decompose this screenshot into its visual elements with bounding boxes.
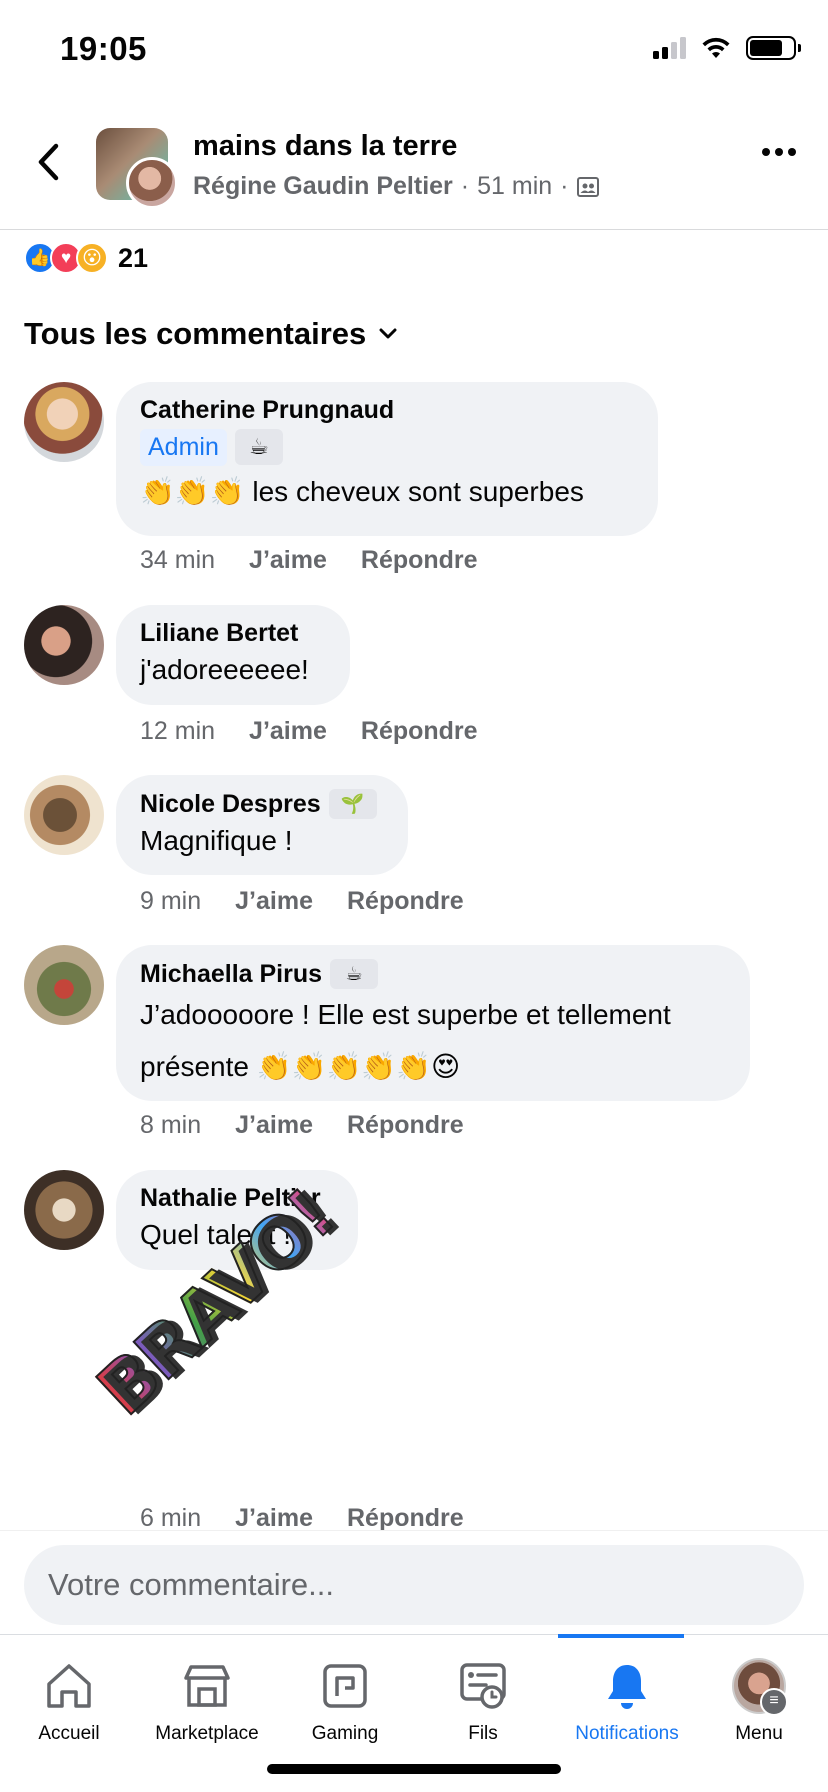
like-button[interactable]: J’aime <box>235 887 313 916</box>
badge-row: Admin ☕ <box>140 429 634 466</box>
comment-body-line-1: J’adooooore ! Elle est superbe et tellem… <box>140 999 671 1030</box>
bell-icon <box>600 1659 654 1713</box>
reaction-summary[interactable]: 👍 ♥ 😮 21 <box>24 242 148 274</box>
comment-text: 👏👏👏 les cheveux sont superbes <box>140 466 634 518</box>
comment-actions: 34 min J’aime Répondre <box>140 546 478 575</box>
sprout-badge-icon[interactable]: 🌱 <box>328 789 377 819</box>
comment-bubble[interactable]: Michaella Pirus ☕ J’adooooore ! Elle est… <box>116 945 750 1101</box>
nav-label: Accueil <box>38 1723 100 1744</box>
wow-reaction-icon: 😮 <box>76 242 108 274</box>
comment-actions: 12 min J’aime Répondre <box>140 717 478 746</box>
commenter-name[interactable]: Nicole Despres <box>140 790 321 819</box>
comment-bubble[interactable]: Catherine Prungnaud Admin ☕ 👏👏👏 les chev… <box>116 382 658 536</box>
comment-filter-dropdown[interactable]: Tous les commentaires <box>24 316 398 352</box>
coffee-badge-icon[interactable]: ☕ <box>234 429 283 465</box>
meta-separator: · <box>560 172 569 200</box>
nav-label: Gaming <box>311 1723 379 1744</box>
nav-marketplace[interactable]: Marketplace <box>138 1635 276 1745</box>
like-button[interactable]: J’aime <box>249 717 327 746</box>
nav-feeds[interactable]: Fils <box>414 1635 552 1745</box>
comment-filter-label: Tous les commentaires <box>24 316 367 351</box>
avatar <box>732 1658 788 1716</box>
comment-bubble[interactable]: Liliane Bertet j'adoreeeeee! <box>116 605 350 705</box>
commenter-name[interactable]: Liliane Bertet <box>140 619 326 648</box>
comment-time: 6 min <box>140 1504 202 1532</box>
post-author[interactable]: Régine Gaudin Peltier <box>193 172 453 201</box>
comment-body: Magnifique ! <box>140 825 293 856</box>
clap-emoji: 👏👏👏 <box>140 476 245 507</box>
bravo-sticker[interactable]: BRAVO! <box>81 1173 350 1510</box>
coffee-badge-icon[interactable]: ☕ <box>330 959 379 989</box>
commenter-name-row: Nicole Despres 🌱 <box>140 789 384 819</box>
commenter-name[interactable]: Catherine Prungnaud <box>140 396 634 425</box>
cellular-signal-icon <box>653 37 686 59</box>
status-icons <box>653 36 801 60</box>
reply-button[interactable]: Répondre <box>347 887 464 916</box>
gaming-icon <box>318 1659 372 1713</box>
admin-badge[interactable]: Admin <box>140 429 227 466</box>
avatar[interactable] <box>24 1170 104 1250</box>
chevron-down-icon <box>379 328 397 339</box>
avatar[interactable] <box>24 382 104 462</box>
nav-home[interactable]: Accueil <box>0 1635 138 1745</box>
comment-bubble[interactable]: Nicole Despres 🌱 Magnifique ! <box>116 775 408 875</box>
commenter-name-row: Michaella Pirus ☕ <box>140 959 726 989</box>
comment-body: les cheveux sont superbes <box>252 476 584 507</box>
nav-notifications[interactable]: Notifications <box>558 1634 696 1745</box>
like-button[interactable]: J’aime <box>235 1111 313 1140</box>
avatar[interactable] <box>24 605 104 685</box>
chevron-left-icon <box>38 143 59 181</box>
post-header: mains dans la terre Régine Gaudin Peltie… <box>0 112 828 230</box>
comment-actions: 8 min J’aime Répondre <box>140 1111 464 1140</box>
profile-menu-icon <box>732 1658 788 1716</box>
reply-button[interactable]: Répondre <box>347 1111 464 1140</box>
commenter-name[interactable]: Michaella Pirus <box>140 960 322 989</box>
home-icon <box>42 1659 96 1713</box>
comment-time: 8 min <box>140 1111 202 1139</box>
more-options-button[interactable] <box>762 148 796 156</box>
feeds-icon <box>456 1659 510 1713</box>
reaction-count: 21 <box>118 242 149 273</box>
nav-label: Marketplace <box>155 1723 259 1744</box>
marketplace-icon <box>180 1659 234 1713</box>
like-button[interactable]: J’aime <box>235 1504 313 1533</box>
meta-separator: · <box>460 172 470 200</box>
like-button[interactable]: J’aime <box>249 546 327 575</box>
back-button[interactable] <box>26 140 70 184</box>
wifi-icon <box>702 37 730 58</box>
comment-time: 34 min <box>140 546 216 574</box>
reply-button[interactable]: Répondre <box>361 717 478 746</box>
comment-input[interactable]: Votre commentaire... <box>24 1545 804 1625</box>
comment-time: 12 min <box>140 717 216 745</box>
post-meta: Régine Gaudin Peltier · 51 min · <box>193 172 600 201</box>
reply-button[interactable]: Répondre <box>347 1504 464 1533</box>
nav-menu[interactable]: Menu <box>690 1635 828 1745</box>
comment-actions: 6 min J’aime Répondre <box>140 1504 464 1533</box>
comment-body: j'adoreeeeee! <box>140 654 309 685</box>
group-name[interactable]: mains dans la terre <box>193 130 457 163</box>
nav-gaming[interactable]: Gaming <box>276 1635 414 1745</box>
comment-body-line-2: présente 👏👏👏👏👏😍 <box>140 1051 461 1082</box>
status-time: 19:05 <box>60 30 147 67</box>
post-time: 51 min <box>477 172 553 200</box>
nav-label: Fils <box>468 1723 498 1744</box>
author-avatar[interactable] <box>126 157 178 209</box>
group-privacy-icon <box>577 176 600 197</box>
nav-label: Menu <box>735 1723 783 1744</box>
avatar[interactable] <box>24 945 104 1025</box>
nav-label: Notifications <box>575 1723 679 1744</box>
reply-button[interactable]: Répondre <box>361 546 478 575</box>
battery-icon <box>746 36 801 60</box>
status-bar: 19:05 <box>0 0 828 100</box>
composer-bar: Votre commentaire... <box>0 1530 828 1635</box>
home-indicator <box>267 1764 561 1774</box>
avatar[interactable] <box>24 775 104 855</box>
comment-time: 9 min <box>140 887 202 915</box>
comment-actions: 9 min J’aime Répondre <box>140 887 464 916</box>
